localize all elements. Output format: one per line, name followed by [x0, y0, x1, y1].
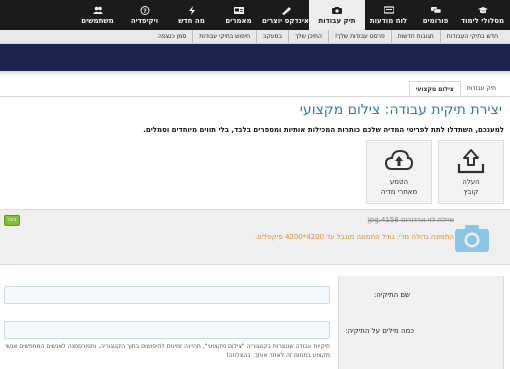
- cloud-upload-icon: [384, 149, 414, 170]
- page-title: יצירת תיקית עבודה: צילום מקצועי: [299, 102, 502, 118]
- subnav-new-comments[interactable]: תגובות חדשות: [390, 30, 440, 43]
- graduation-cap-icon: [477, 6, 489, 15]
- form-label-column: [338, 276, 504, 369]
- cancel-upload-button[interactable]: בטל: [4, 215, 20, 226]
- upload-label-line1: העלה: [462, 177, 480, 186]
- nav-item-bulletin-board[interactable]: לוח מודעות: [365, 0, 412, 30]
- folder-name-label: שם התיקיה:: [373, 291, 410, 299]
- nav-item-learning-tracks[interactable]: מסלולי לימוד: [459, 0, 506, 30]
- file-name: איילת לוי ארדורוס 4158.jpg: [367, 216, 454, 224]
- nav-item-wiki[interactable]: ? ויקיפדיה: [121, 0, 168, 30]
- wiki-icon: ?: [139, 5, 151, 15]
- embed-from-media-button[interactable]: הטמע מאתרי מדיה: [366, 140, 432, 204]
- folder-description-input[interactable]: [4, 321, 330, 339]
- nav-item-portfolio[interactable]: תיק עבודות: [309, 0, 365, 30]
- category-hint-text: תיקיות עבודה שנוצרות בקטגוריה "צילום מקצ…: [5, 343, 330, 359]
- creators-index-icon: [280, 6, 292, 15]
- upload-label-line2: קובץ: [463, 187, 479, 196]
- forum-icon: [430, 6, 442, 15]
- photo-placeholder-icon: [455, 225, 489, 252]
- header-banner: [0, 44, 510, 71]
- subnav-mark-as-viewed[interactable]: סמן כנצפה: [152, 30, 192, 43]
- embed-label-line1: הטמע: [389, 177, 409, 186]
- nav-item-creators-index[interactable]: אינדקס יוצרים: [262, 0, 309, 30]
- subnav-new-in-portfolios[interactable]: חדש בתיקי העבודות: [439, 30, 504, 43]
- nav-item-whats-new[interactable]: מה חדש: [168, 0, 215, 30]
- subnav-publish-your-work[interactable]: פרסם עבודות שלך!: [327, 30, 391, 43]
- folder-name-input[interactable]: [4, 286, 330, 304]
- subnav-search-portfolios[interactable]: חיפוש בתיקי עבודות: [192, 30, 256, 43]
- breadcrumb-divider: [0, 96, 510, 97]
- svg-text:?: ?: [143, 8, 147, 15]
- sub-nav: חדש בתיקי העבודות תגובות חדשות פרסם עבוד…: [0, 30, 510, 44]
- file-size-warning: התמונה גדולה מדי. גודל התמונה מוגבל עד 4…: [254, 233, 454, 241]
- breadcrumb-current[interactable]: צילום מקצועי: [408, 81, 461, 96]
- upload-file-button[interactable]: העלה קובץ: [438, 140, 504, 204]
- camera-icon: [331, 6, 343, 15]
- whats-new-icon: [186, 5, 198, 15]
- main-nav: מסלולי לימוד פורומים לוח מודעות תיק עבוד…: [0, 0, 510, 30]
- embed-label-line2: מאתרי מדיה: [380, 187, 418, 196]
- breadcrumb-portfolio[interactable]: תיק עבודות: [461, 81, 502, 96]
- subnav-tracking[interactable]: במעקב: [256, 30, 288, 43]
- subnav-your-folder[interactable]: התיכן שלך: [288, 30, 328, 43]
- folder-description-label: כמה מילים על התיקיה:: [345, 327, 414, 335]
- upload-icon: [457, 148, 485, 173]
- users-icon: [92, 6, 104, 15]
- nav-item-articles[interactable]: מאמרים: [215, 0, 262, 30]
- nav-item-users[interactable]: משתמשים: [74, 0, 121, 30]
- bulletin-board-icon: [383, 5, 395, 15]
- intro-text: למענכם, השתדלו לתת לפריטי המדיה שלכם כות…: [143, 126, 504, 134]
- banner-shadow: [0, 71, 510, 76]
- articles-icon: [233, 6, 245, 15]
- nav-item-forums[interactable]: פורומים: [412, 0, 459, 30]
- breadcrumb: תיק עבודות צילום מקצועי: [408, 81, 502, 96]
